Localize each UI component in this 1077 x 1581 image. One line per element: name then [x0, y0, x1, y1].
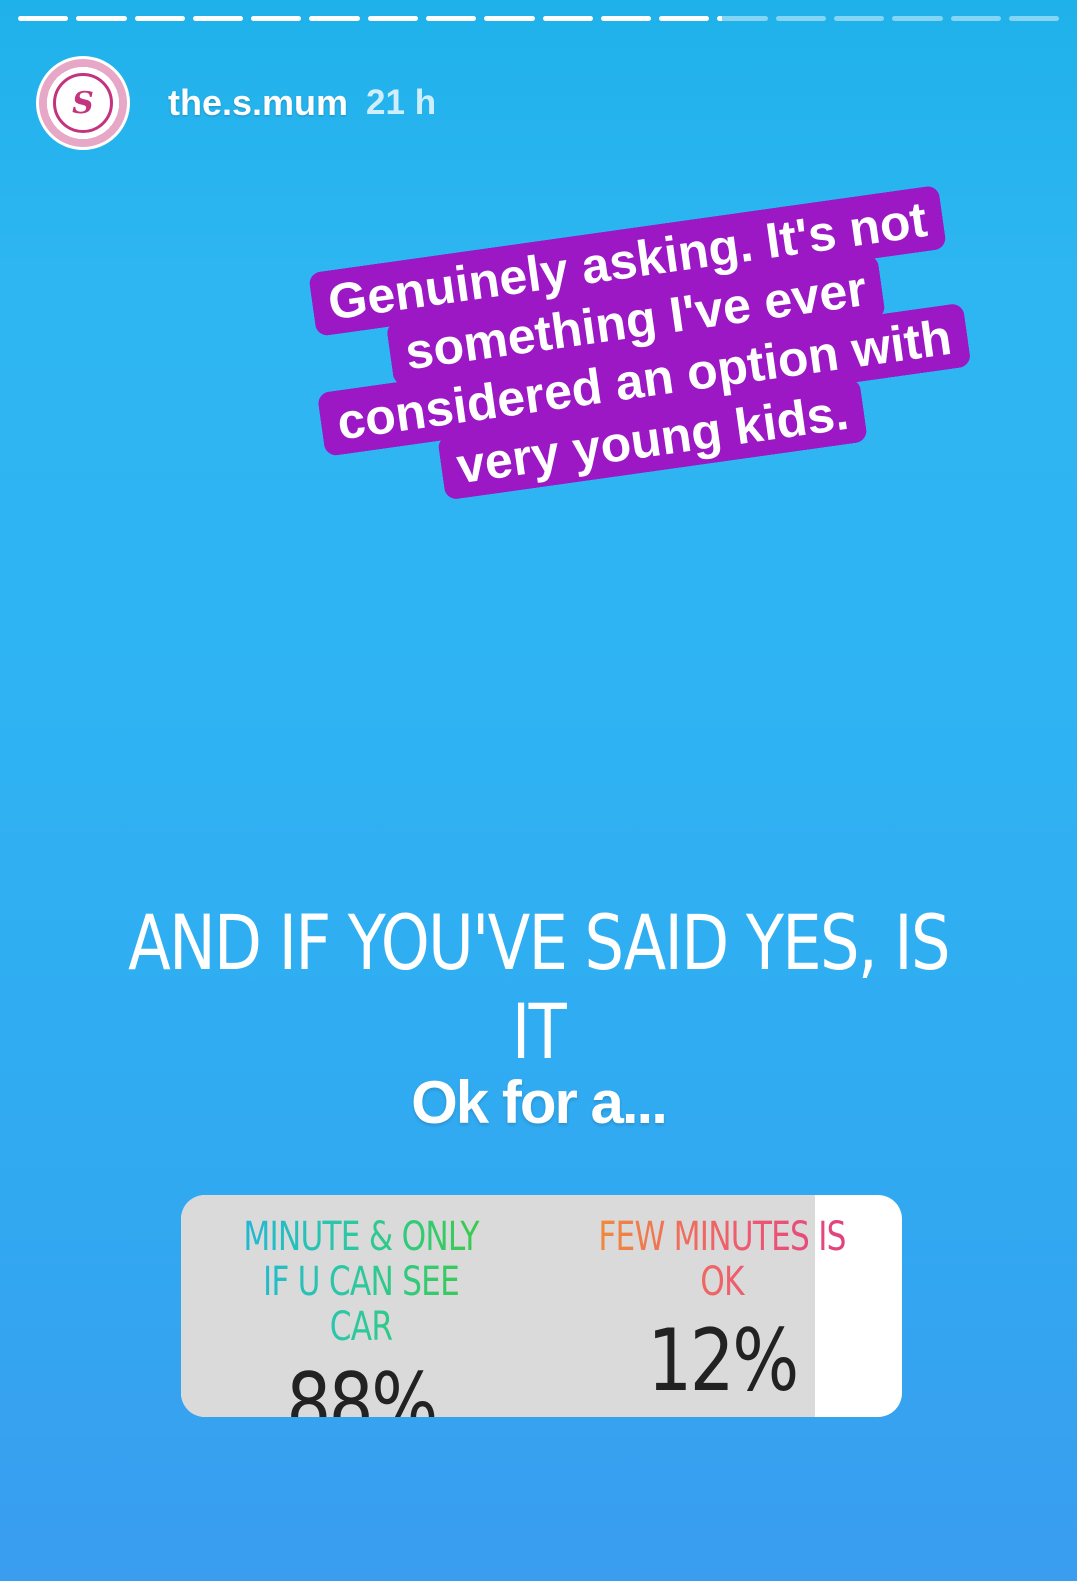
avatar[interactable]: S: [36, 56, 130, 150]
progress-segment: [251, 16, 302, 21]
progress-segment: [18, 16, 69, 21]
poll-option-2[interactable]: FEW MINUTES IS OK 12%: [542, 1195, 903, 1417]
poll-option-percent: 88%: [286, 1355, 439, 1417]
story-header: S the.s.mum 21 h: [36, 56, 436, 150]
progress-segment: [892, 16, 943, 21]
post-timestamp: 21 h: [366, 83, 437, 122]
question-text: AND IF YOU'VE SAID YES, IS IT: [128, 898, 950, 1076]
progress-segment: [659, 16, 710, 21]
progress-segment: [950, 16, 1001, 21]
progress-segment: [484, 16, 535, 21]
progress-segment: [192, 16, 244, 21]
progress-segment: [1008, 16, 1060, 21]
progress-segment: [309, 16, 360, 21]
progress-segment: [542, 16, 593, 21]
username[interactable]: the.s.mum: [168, 82, 348, 124]
progress-segment: [76, 16, 127, 21]
poll-sticker: MINUTE & ONLY IF U CAN SEE CAR 88% FEW M…: [181, 1195, 902, 1417]
progress-segment: [775, 16, 826, 21]
sticker-text: Genuinely asking. It's not something I've…: [308, 184, 972, 501]
progress-segment: [717, 16, 768, 21]
progress-segment: [833, 16, 885, 21]
brand-logo-icon: S: [53, 73, 113, 133]
poll-option-percent: 12%: [647, 1310, 799, 1411]
poll-option-1[interactable]: MINUTE & ONLY IF U CAN SEE CAR 88%: [181, 1195, 542, 1417]
progress-segment: [367, 16, 418, 21]
text-sticker: Genuinely asking. It's not something I've…: [277, 182, 1004, 517]
poll-option-label: FEW MINUTES IS OK: [593, 1215, 850, 1305]
progress-segment: [134, 16, 185, 21]
poll-prompt: Ok for a...: [411, 1069, 668, 1136]
progress-segment: [425, 16, 477, 21]
story-progress-bar: [18, 16, 1060, 21]
progress-segment: [600, 16, 652, 21]
poll-option-label: MINUTE & ONLY IF U CAN SEE CAR: [233, 1215, 490, 1350]
